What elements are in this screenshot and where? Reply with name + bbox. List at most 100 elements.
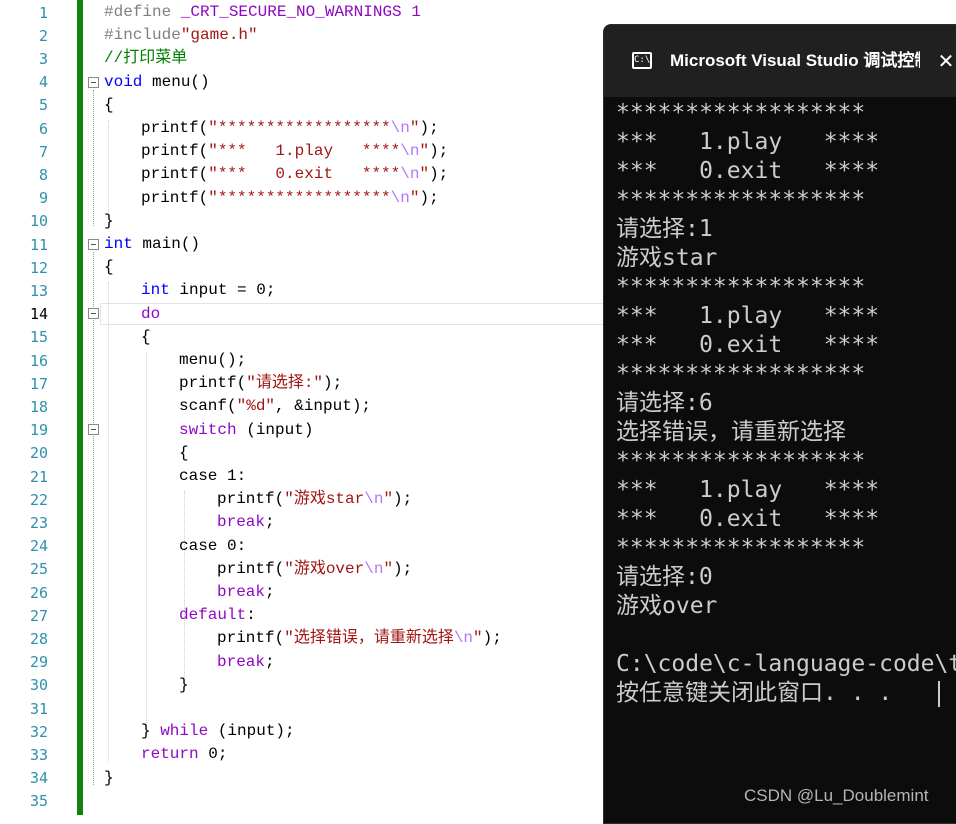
code-text: menu(); <box>179 351 247 369</box>
escape-sequence: \n <box>390 119 410 137</box>
code-text: , &input); <box>275 397 372 415</box>
line-number: 8 <box>38 166 48 184</box>
code-line[interactable]: printf("游戏over\n"); <box>217 558 412 581</box>
code-line[interactable]: default: <box>179 604 256 627</box>
keyword: int <box>141 281 170 299</box>
code-line[interactable]: //打印菜单 <box>104 47 187 70</box>
line-number: 26 <box>29 584 48 602</box>
code-text: } <box>179 676 189 694</box>
line-number: 19 <box>29 421 48 439</box>
line-number: 6 <box>38 120 48 138</box>
line-number: 34 <box>29 769 48 787</box>
code-line[interactable]: } while (input); <box>141 720 295 743</box>
code-line[interactable]: } <box>104 210 114 233</box>
code-line[interactable]: { <box>179 442 189 465</box>
code-text: printf( <box>217 629 285 647</box>
escape-sequence: \n <box>364 490 384 508</box>
line-number: 7 <box>38 143 48 161</box>
fold-region-line <box>93 252 95 785</box>
collapse-menu-toggle[interactable] <box>88 77 99 88</box>
console-output-line: 选择错误，请重新选择 <box>616 419 846 445</box>
code-text: 0; <box>198 745 228 763</box>
code-line[interactable]: case 1: <box>179 465 246 488</box>
line-number: 22 <box>29 491 48 509</box>
code-text: (input) <box>236 421 314 439</box>
code-line[interactable]: { <box>141 326 151 349</box>
line-number: 16 <box>29 352 48 370</box>
code-line[interactable]: switch (input) <box>179 419 313 442</box>
indent-guide <box>184 491 185 681</box>
code-text: menu() <box>142 73 210 91</box>
line-number: 31 <box>29 700 48 718</box>
code-line[interactable]: printf("******************\n"); <box>141 187 439 210</box>
line-number: 23 <box>29 514 48 532</box>
change-tracking-bar <box>77 0 83 815</box>
line-number: 35 <box>29 792 48 810</box>
collapse-do-toggle[interactable] <box>88 308 99 319</box>
console-output-line: 按任意键关闭此窗口. . . <box>616 680 893 706</box>
code-line[interactable]: case 0: <box>179 535 246 558</box>
console-icon: C:\ <box>632 52 652 69</box>
line-number: 11 <box>29 236 48 254</box>
code-line[interactable]: #define _CRT_SECURE_NO_WARNINGS 1 <box>104 1 421 24</box>
code-text: ); <box>429 142 449 160</box>
code-line[interactable]: { <box>104 94 114 117</box>
string-literal: " <box>473 629 483 647</box>
code-text: ); <box>393 490 413 508</box>
code-line[interactable]: scanf("%d", &input); <box>179 395 371 418</box>
close-button[interactable]: ✕ <box>934 47 956 75</box>
code-line[interactable]: printf("游戏star\n"); <box>217 488 412 511</box>
code-line[interactable]: break; <box>217 651 275 674</box>
code-line[interactable]: printf("******************\n"); <box>141 117 439 140</box>
code-text: } <box>141 722 161 740</box>
console-output-line: ****************** <box>616 100 866 126</box>
code-line[interactable]: printf("请选择:"); <box>179 372 342 395</box>
console-output-line: ****************** <box>616 361 866 387</box>
collapse-switch-toggle[interactable] <box>88 424 99 435</box>
string-literal: " <box>419 165 430 183</box>
code-line[interactable]: break; <box>217 511 275 534</box>
keyword: break <box>217 513 266 531</box>
line-number: 12 <box>29 259 48 277</box>
debug-console-window[interactable]: C:\ Microsoft Visual Studio 调试控制台 ✕ ****… <box>603 24 956 824</box>
code-line[interactable]: break; <box>217 581 275 604</box>
code-line[interactable]: int main() <box>104 233 200 256</box>
indent-guide <box>108 282 109 762</box>
preprocessor-directive: #include <box>104 26 181 44</box>
string-literal: " <box>383 490 394 508</box>
code-line[interactable]: int input = 0; <box>141 279 275 302</box>
console-output-line: *** 1.play **** <box>616 129 880 155</box>
keyword: int <box>104 235 133 253</box>
collapse-main-toggle[interactable] <box>88 239 99 250</box>
code-text: { <box>179 444 189 462</box>
string-literal: "*** 0.exit **** <box>208 165 401 183</box>
line-number: 18 <box>29 398 48 416</box>
code-line[interactable]: printf("选择错误，请重新选择\n"); <box>217 627 502 650</box>
code-line[interactable]: } <box>179 674 189 697</box>
keyword: return <box>141 745 199 763</box>
code-line[interactable]: #include"game.h" <box>104 24 258 47</box>
code-line[interactable]: printf("*** 1.play ****\n"); <box>141 140 448 163</box>
line-number: 29 <box>29 653 48 671</box>
code-text: printf( <box>141 142 209 160</box>
line-number: 32 <box>29 723 48 741</box>
console-output-line: ****************** <box>616 448 866 474</box>
line-number: 2 <box>38 27 48 45</box>
code-line[interactable]: { <box>104 256 114 279</box>
code-line-current[interactable]: do <box>141 303 160 326</box>
console-titlebar[interactable]: C:\ Microsoft Visual Studio 调试控制台 ✕ <box>604 25 956 97</box>
line-number: 5 <box>38 96 48 114</box>
code-text: ); <box>393 560 413 578</box>
code-line[interactable]: } <box>104 767 114 790</box>
code-text: printf( <box>141 119 209 137</box>
preprocessor-directive: #define <box>104 3 172 21</box>
code-line[interactable]: return 0; <box>141 743 227 766</box>
code-text: ); <box>429 165 449 183</box>
watermark: CSDN @Lu_Doublemint <box>744 786 929 805</box>
code-text: 0: <box>217 537 247 555</box>
code-line[interactable]: void menu() <box>104 71 210 94</box>
string-literal: "游戏star <box>284 490 365 508</box>
code-line[interactable]: menu(); <box>179 349 246 372</box>
code-line[interactable]: printf("*** 0.exit ****\n"); <box>141 163 448 186</box>
code-text: ); <box>419 119 439 137</box>
